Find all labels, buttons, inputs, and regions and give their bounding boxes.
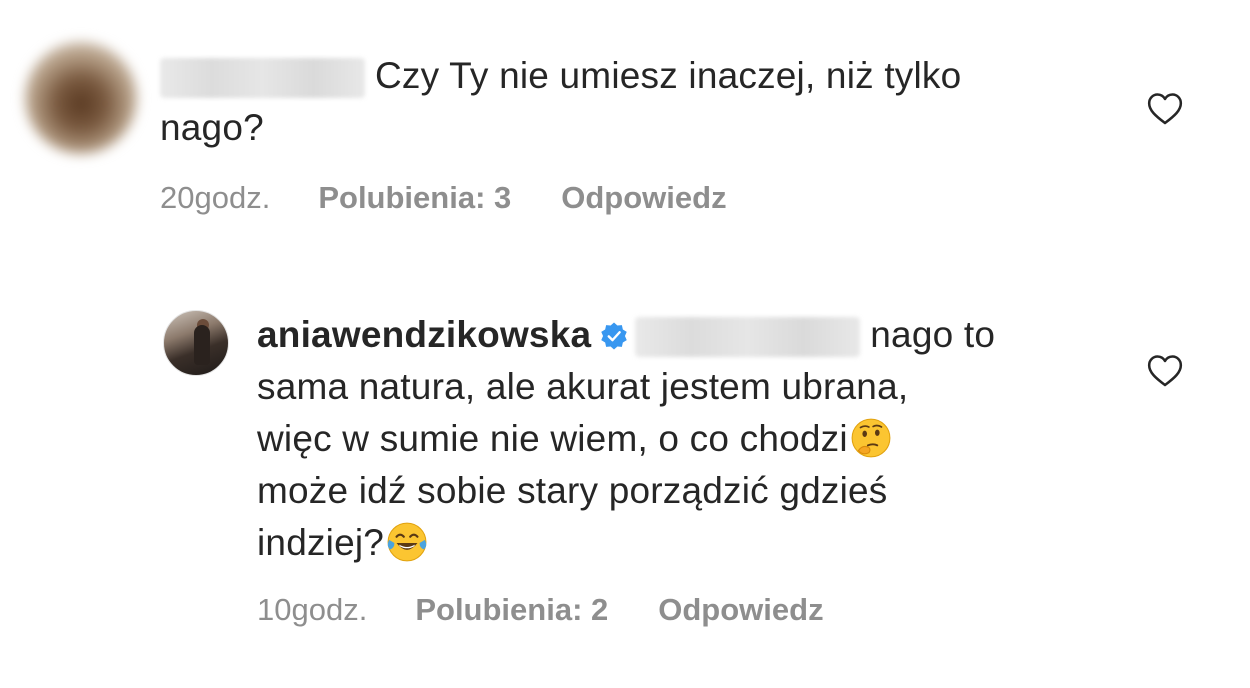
tears-of-joy-emoji-icon xyxy=(387,522,427,562)
comment-text: Czy Ty nie umiesz inaczej, niż tylko nag… xyxy=(160,50,1090,154)
heart-icon[interactable] xyxy=(1146,352,1184,388)
comment-time[interactable]: 10godz. xyxy=(257,592,367,628)
reply-button[interactable]: Odpowiedz xyxy=(561,180,726,216)
blurred-mention[interactable] xyxy=(635,317,861,358)
comment-meta: 20godz. Polubienia: 3 Odpowiedz xyxy=(160,180,727,216)
verified-badge-icon xyxy=(601,322,628,350)
comment-text-line-2: nago? xyxy=(160,107,264,148)
avatar[interactable] xyxy=(25,42,137,154)
comment-text-line-5: indziej? xyxy=(257,522,385,563)
comment-text-part-1: nago to xyxy=(870,314,996,355)
comment-text-line-2: sama natura, ale akurat jestem ubrana, xyxy=(257,366,909,407)
reply-button[interactable]: Odpowiedz xyxy=(658,592,823,628)
likes-button[interactable]: Polubienia: 3 xyxy=(318,180,511,216)
comment-text-line-4: może idź sobie stary porządzić gdzieś xyxy=(257,470,888,511)
blurred-username[interactable] xyxy=(160,58,365,99)
avatar[interactable] xyxy=(163,310,229,376)
comment-time[interactable]: 20godz. xyxy=(160,180,270,216)
comment-text-line-1: Czy Ty nie umiesz inaczej, niż tylko xyxy=(375,55,962,96)
comment-text: aniawendzikowska nago to sama natura, al… xyxy=(257,309,1107,569)
heart-icon[interactable] xyxy=(1146,90,1184,126)
comment-meta: 10godz. Polubienia: 2 Odpowiedz xyxy=(257,592,824,628)
comment-text-line-3: więc w sumie nie wiem, o co chodzi xyxy=(257,418,848,459)
thinking-face-emoji-icon xyxy=(851,418,891,458)
likes-button[interactable]: Polubienia: 2 xyxy=(415,592,608,628)
username-link[interactable]: aniawendzikowska xyxy=(257,314,591,355)
